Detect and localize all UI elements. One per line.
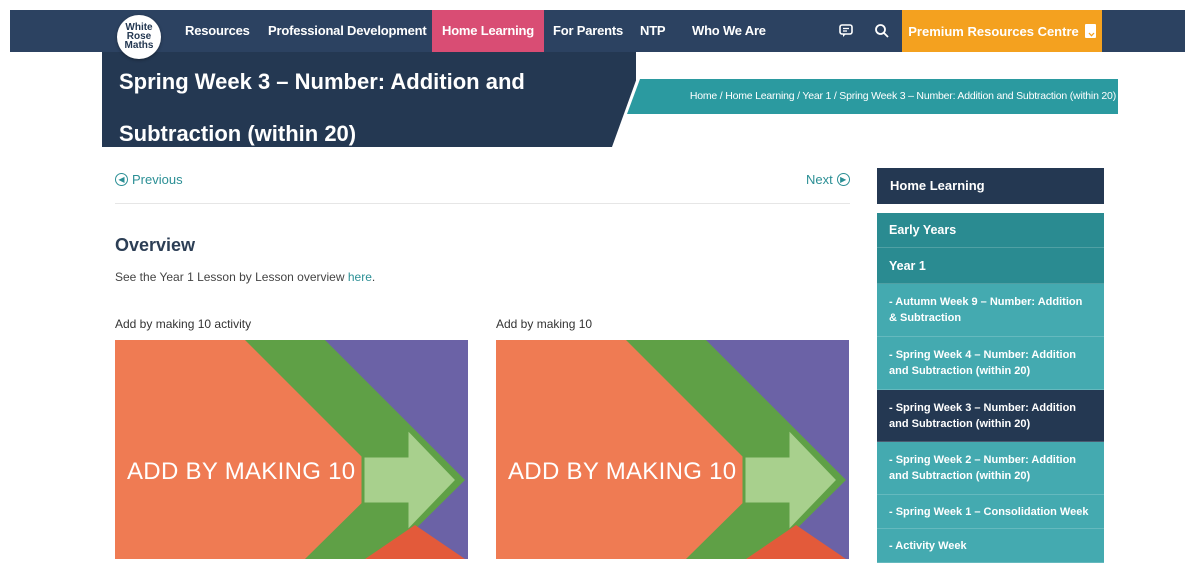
- previous-link[interactable]: ◀ Previous: [115, 172, 183, 187]
- video-thumbnail-1[interactable]: ADD BY MAKING 10: [115, 340, 468, 559]
- nav-professional-development[interactable]: Professional Development: [268, 10, 427, 52]
- nav-home-learning[interactable]: Home Learning: [432, 10, 545, 52]
- page-title: Spring Week 3 – Number: Addition and Sub…: [119, 69, 525, 146]
- overview-link[interactable]: here: [348, 270, 372, 284]
- sidebar-item-autumn-week-9[interactable]: - Autumn Week 9 – Number: Addition & Sub…: [877, 284, 1104, 337]
- thumbnail-artwork: [115, 340, 468, 559]
- arrow-right-circle-icon: ▶: [836, 173, 850, 186]
- sidebar-item-year-1[interactable]: Year 1: [877, 248, 1104, 284]
- sidebar-item-activity-week[interactable]: - Activity Week: [877, 529, 1104, 563]
- nav-for-parents[interactable]: For Parents: [553, 10, 623, 52]
- white-rose-maths-logo[interactable]: White Rose Maths: [117, 15, 161, 59]
- overview-heading: Overview: [115, 235, 196, 255]
- nav-who-we-are[interactable]: Who We Are: [692, 10, 766, 52]
- thumbnail-title: ADD BY MAKING 10: [508, 458, 737, 485]
- video-thumbnail-2[interactable]: ADD BY MAKING 10: [496, 340, 849, 559]
- next-link[interactable]: Next ▶: [806, 172, 850, 187]
- premium-resources-button[interactable]: Premium Resources Centre: [902, 10, 1102, 52]
- nav-ntp[interactable]: NTP: [640, 10, 666, 52]
- sidebar-heading[interactable]: Home Learning: [877, 168, 1104, 204]
- sidebar-item-spring-week-3[interactable]: - Spring Week 3 – Number: Addition and S…: [877, 390, 1104, 442]
- thumbnail-title: ADD BY MAKING 10: [127, 458, 356, 485]
- sidebar-item-spring-week-1[interactable]: - Spring Week 1 – Consolidation Week: [877, 495, 1104, 529]
- chat-bubble-icon[interactable]: [836, 10, 856, 52]
- sidebar-item-early-years[interactable]: Early Years: [877, 213, 1104, 248]
- breadcrumb[interactable]: Home / Home Learning / Year 1 / Spring W…: [690, 79, 1116, 114]
- thumbnail-artwork: [496, 340, 849, 559]
- sidebar-item-spring-week-4[interactable]: - Spring Week 4 – Number: Addition and S…: [877, 337, 1104, 390]
- overview-text: See the Year 1 Lesson by Lesson overview…: [115, 270, 376, 284]
- divider: [115, 203, 850, 204]
- document-download-icon: [1084, 24, 1096, 38]
- arrow-left-circle-icon: ◀: [115, 173, 128, 186]
- sidebar-item-spring-week-2[interactable]: - Spring Week 2 – Number: Addition and S…: [877, 442, 1104, 495]
- search-icon[interactable]: [872, 10, 892, 52]
- card-label-1: Add by making 10 activity: [115, 317, 252, 331]
- premium-resources-label: Premium Resources Centre: [908, 23, 1079, 39]
- nav-resources[interactable]: Resources: [185, 10, 250, 52]
- card-label-2: Add by making 10: [496, 317, 593, 331]
